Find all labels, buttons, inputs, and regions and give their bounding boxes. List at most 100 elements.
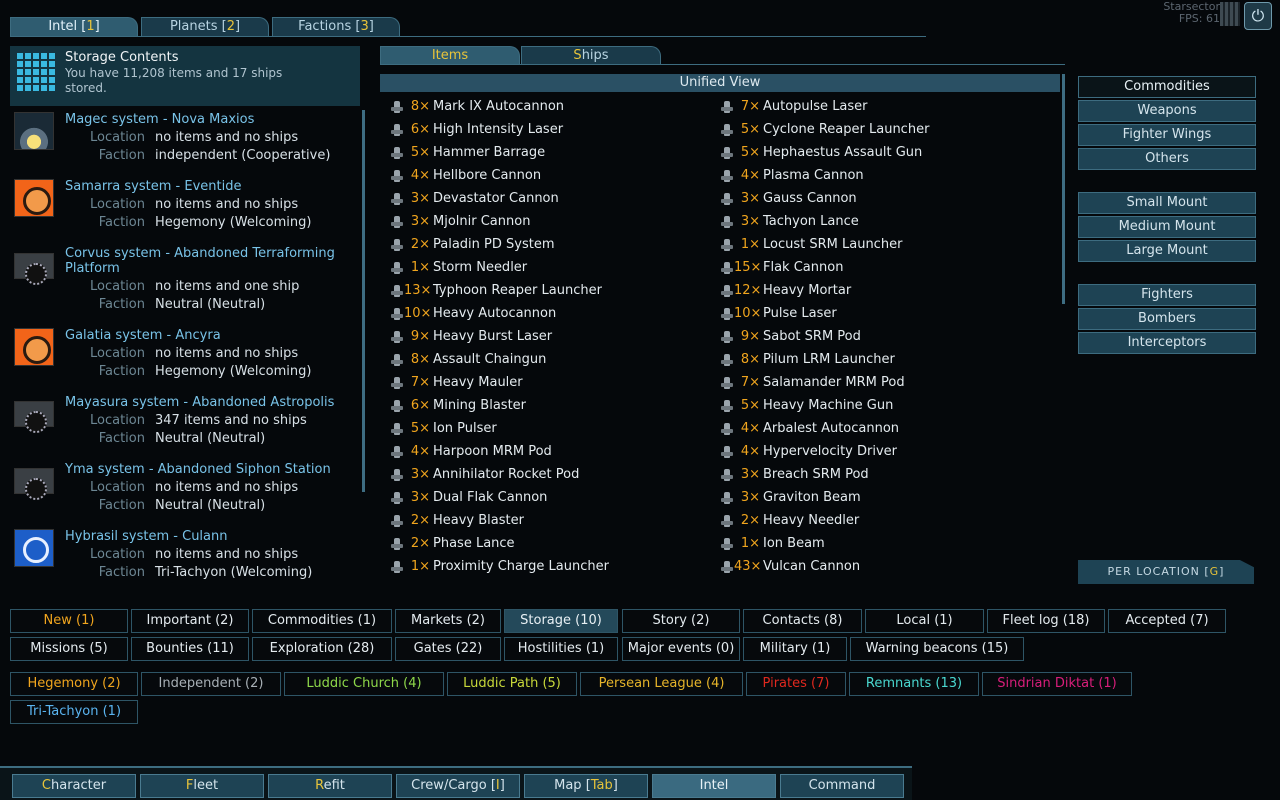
system-entry[interactable]: Yma system - Abandoned Siphon Station Lo…: [14, 462, 354, 522]
nav-character[interactable]: Character: [12, 774, 136, 798]
tag-local[interactable]: Local (1): [865, 609, 984, 633]
tag-markets[interactable]: Markets (2): [395, 609, 501, 633]
nav-crew-cargo[interactable]: Crew/Cargo [I]: [396, 774, 520, 798]
item-row[interactable]: 5× Cyclone Reaper Launcher: [714, 119, 1044, 141]
filter-fighter-wings[interactable]: Fighter Wings: [1078, 124, 1256, 146]
faction-pirates[interactable]: Pirates (7): [746, 672, 846, 696]
item-row[interactable]: 6× High Intensity Laser: [384, 119, 714, 141]
tag-commodities[interactable]: Commodities (1): [252, 609, 392, 633]
item-row[interactable]: 8× Pilum LRM Launcher: [714, 349, 1044, 371]
item-row[interactable]: 2× Phase Lance: [384, 533, 714, 555]
tag-important[interactable]: Important (2): [131, 609, 249, 633]
tag-military[interactable]: Military (1): [743, 637, 847, 661]
item-row[interactable]: 7× Heavy Mauler: [384, 372, 714, 394]
system-entry[interactable]: Samarra system - Eventide Location no ite…: [14, 179, 354, 239]
nav-command[interactable]: Command: [780, 774, 904, 798]
filter-commodities[interactable]: Commodities: [1078, 76, 1256, 98]
filter-small-mount[interactable]: Small Mount: [1078, 192, 1256, 214]
item-row[interactable]: 1× Locust SRM Launcher: [714, 234, 1044, 256]
system-entry[interactable]: Mayasura system - Abandoned Astropolis L…: [14, 395, 354, 455]
item-row[interactable]: 3× Tachyon Lance: [714, 211, 1044, 233]
filter-large-mount[interactable]: Large Mount: [1078, 240, 1256, 262]
tag-missions[interactable]: Missions (5): [10, 637, 128, 661]
tag-accepted[interactable]: Accepted (7): [1108, 609, 1226, 633]
item-row[interactable]: 4× Plasma Cannon: [714, 165, 1044, 187]
faction-hegemony[interactable]: Hegemony (2): [10, 672, 138, 696]
tag-new[interactable]: New (1): [10, 609, 128, 633]
item-row[interactable]: 1× Proximity Charge Launcher: [384, 556, 714, 578]
item-row[interactable]: 8× Assault Chaingun: [384, 349, 714, 371]
faction-tri-tachyon[interactable]: Tri-Tachyon (1): [10, 700, 138, 724]
filter-weapons[interactable]: Weapons: [1078, 100, 1256, 122]
filter-fighters[interactable]: Fighters: [1078, 284, 1256, 306]
storage-header[interactable]: Storage Contents You have 11,208 items a…: [10, 46, 360, 106]
faction-luddic-path[interactable]: Luddic Path (5): [447, 672, 577, 696]
item-row[interactable]: 10× Heavy Autocannon: [384, 303, 714, 325]
item-row[interactable]: 7× Salamander MRM Pod: [714, 372, 1044, 394]
item-row[interactable]: 15× Flak Cannon: [714, 257, 1044, 279]
item-row[interactable]: 13× Typhoon Reaper Launcher: [384, 280, 714, 302]
tag-warning-beacons[interactable]: Warning beacons (15): [850, 637, 1024, 661]
left-scrollbar[interactable]: [362, 110, 365, 492]
power-icon[interactable]: ⏻: [1244, 2, 1272, 30]
filter-interceptors[interactable]: Interceptors: [1078, 332, 1256, 354]
tag-contacts[interactable]: Contacts (8): [743, 609, 862, 633]
filter-bombers[interactable]: Bombers: [1078, 308, 1256, 330]
item-row[interactable]: 12× Heavy Mortar: [714, 280, 1044, 302]
item-row[interactable]: 9× Sabot SRM Pod: [714, 326, 1044, 348]
per-location-button[interactable]: PER LOCATION [G]: [1078, 560, 1254, 584]
item-row[interactable]: 5× Hephaestus Assault Gun: [714, 142, 1044, 164]
tab-ships[interactable]: Ships: [521, 46, 661, 65]
item-row[interactable]: 3× Dual Flak Cannon: [384, 487, 714, 509]
item-row[interactable]: 3× Devastator Cannon: [384, 188, 714, 210]
item-row[interactable]: 3× Mjolnir Cannon: [384, 211, 714, 233]
tab-factions[interactable]: Factions [3]: [272, 17, 400, 37]
tag-bounties[interactable]: Bounties (11): [131, 637, 249, 661]
system-entry[interactable]: Hybrasil system - Culann Location no item…: [14, 529, 354, 589]
tag-fleet-log[interactable]: Fleet log (18): [987, 609, 1105, 633]
tag-storage[interactable]: Storage (10): [504, 609, 618, 633]
nav-refit[interactable]: Refit: [268, 774, 392, 798]
item-row[interactable]: 4× Harpoon MRM Pod: [384, 441, 714, 463]
faction-luddic-church[interactable]: Luddic Church (4): [284, 672, 444, 696]
item-row[interactable]: 2× Heavy Blaster: [384, 510, 714, 532]
item-row[interactable]: 2× Heavy Needler: [714, 510, 1044, 532]
item-row[interactable]: 10× Pulse Laser: [714, 303, 1044, 325]
tag-story[interactable]: Story (2): [622, 609, 740, 633]
faction-remnants[interactable]: Remnants (13): [849, 672, 979, 696]
filter-others[interactable]: Others: [1078, 148, 1256, 170]
item-row[interactable]: 9× Heavy Burst Laser: [384, 326, 714, 348]
item-row[interactable]: 1× Storm Needler: [384, 257, 714, 279]
item-row[interactable]: 3× Gauss Cannon: [714, 188, 1044, 210]
item-row[interactable]: 5× Heavy Machine Gun: [714, 395, 1044, 417]
item-row[interactable]: 4× Hypervelocity Driver: [714, 441, 1044, 463]
item-row[interactable]: 7× Autopulse Laser: [714, 96, 1044, 118]
tag-hostilities[interactable]: Hostilities (1): [504, 637, 618, 661]
item-row[interactable]: 43× Vulcan Cannon: [714, 556, 1044, 578]
nav-map[interactable]: Map [Tab]: [524, 774, 648, 798]
faction-sindrian-diktat[interactable]: Sindrian Diktat (1): [982, 672, 1132, 696]
tab-intel[interactable]: Intel [1]: [10, 17, 138, 37]
item-row[interactable]: 3× Graviton Beam: [714, 487, 1044, 509]
filter-medium-mount[interactable]: Medium Mount: [1078, 216, 1256, 238]
tab-planets[interactable]: Planets [2]: [141, 17, 269, 37]
item-row[interactable]: 5× Ion Pulser: [384, 418, 714, 440]
item-row[interactable]: 4× Hellbore Cannon: [384, 165, 714, 187]
tag-major-events[interactable]: Major events (0): [622, 637, 740, 661]
faction-persean-league[interactable]: Persean League (4): [580, 672, 743, 696]
nav-intel[interactable]: Intel: [652, 774, 776, 798]
tag-exploration[interactable]: Exploration (28): [252, 637, 392, 661]
item-row[interactable]: 4× Arbalest Autocannon: [714, 418, 1044, 440]
item-row[interactable]: 1× Ion Beam: [714, 533, 1044, 555]
item-row[interactable]: 3× Breach SRM Pod: [714, 464, 1044, 486]
item-row[interactable]: 8× Mark IX Autocannon: [384, 96, 714, 118]
system-entry[interactable]: Corvus system - Abandoned Terraforming P…: [14, 246, 354, 321]
tag-gates[interactable]: Gates (22): [395, 637, 501, 661]
item-row[interactable]: 3× Annihilator Rocket Pod: [384, 464, 714, 486]
item-row[interactable]: 2× Paladin PD System: [384, 234, 714, 256]
tab-items[interactable]: Items: [380, 46, 520, 65]
system-entry[interactable]: Galatia system - Ancyra Location no items…: [14, 328, 354, 388]
system-entry[interactable]: Magec system - Nova Maxios Location no it…: [14, 112, 354, 172]
faction-independent[interactable]: Independent (2): [141, 672, 281, 696]
items-scrollbar[interactable]: [1062, 74, 1065, 304]
